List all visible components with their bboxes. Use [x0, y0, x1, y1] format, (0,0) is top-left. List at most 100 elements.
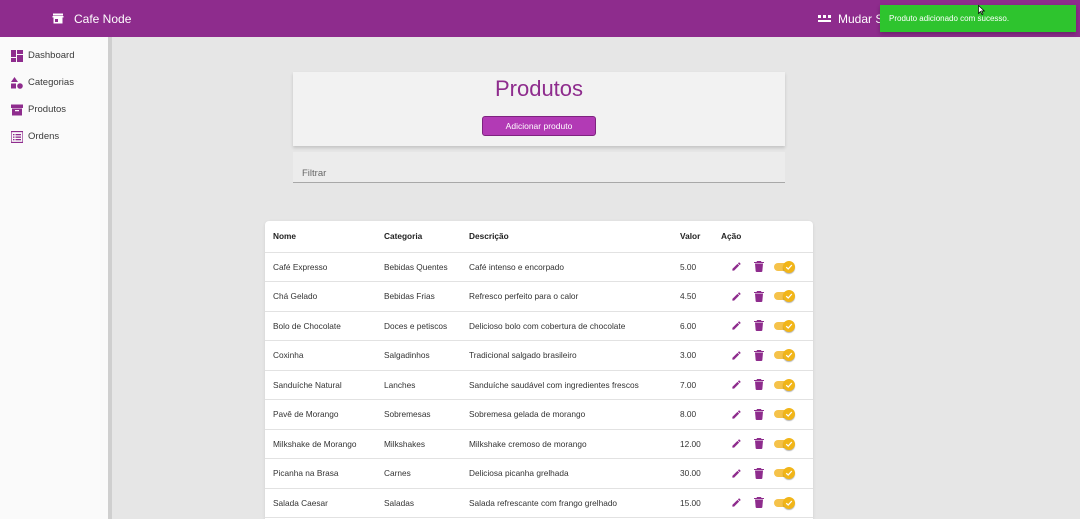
status-toggle[interactable] — [774, 260, 796, 273]
delete-icon[interactable] — [754, 349, 764, 361]
sidebar-item-categorias[interactable]: Categorias — [0, 69, 108, 96]
dots-icon — [818, 14, 831, 22]
add-product-button[interactable]: Adicionar produto — [482, 116, 596, 136]
toast-message: Produto adicionado com sucesso. — [889, 14, 1010, 23]
row-actions — [721, 319, 813, 332]
cell-nome: Picanha na Brasa — [265, 458, 376, 489]
sidebar-item-dashboard[interactable]: Dashboard — [0, 42, 108, 69]
cell-valor: 30.00 — [672, 458, 713, 489]
cell-nome: Milkshake de Morango — [265, 429, 376, 459]
cell-categoria: Salgadinhos — [376, 340, 461, 371]
edit-icon[interactable] — [731, 497, 742, 508]
row-actions — [721, 378, 813, 391]
cell-valor: 3.00 — [672, 340, 713, 371]
category-icon — [11, 76, 23, 89]
table-body: Café Expresso Bebidas Quentes Café intenso… — [265, 252, 813, 518]
brand[interactable]: Cafe Node — [52, 0, 131, 37]
table-row: Bolo de Chocolate Doces e petiscos Delicio… — [265, 311, 813, 341]
edit-icon[interactable] — [731, 379, 742, 390]
cell-acao — [713, 311, 813, 341]
cell-descricao: Deliciosa picanha grelhada — [461, 458, 672, 489]
delete-icon[interactable] — [754, 320, 764, 332]
sidebar: Dashboard Categorias Produtos Ordens — [0, 37, 112, 519]
check-icon — [783, 349, 795, 362]
edit-icon[interactable] — [731, 409, 742, 420]
edit-icon[interactable] — [731, 350, 742, 361]
status-toggle[interactable] — [774, 378, 796, 391]
column-header-descricao: Descrição — [461, 221, 672, 253]
cell-valor: 15.00 — [672, 488, 713, 518]
edit-icon[interactable] — [731, 438, 742, 449]
delete-icon[interactable] — [754, 467, 764, 479]
row-actions — [721, 349, 813, 362]
cell-acao — [713, 458, 813, 489]
delete-icon[interactable] — [754, 408, 764, 420]
table-row: Picanha na Brasa Carnes Deliciosa picanha … — [265, 458, 813, 489]
cell-valor: 5.00 — [672, 252, 713, 282]
cell-categoria: Bebidas Frias — [376, 281, 461, 312]
check-icon — [783, 260, 795, 273]
check-icon — [783, 408, 795, 421]
cell-categoria: Sobremesas — [376, 399, 461, 430]
check-icon — [783, 378, 795, 391]
delete-icon[interactable] — [754, 290, 764, 302]
sidebar-item-label: Produtos — [28, 104, 67, 115]
cell-acao — [713, 370, 813, 400]
edit-icon[interactable] — [731, 320, 742, 331]
cell-categoria: Saladas — [376, 488, 461, 518]
status-toggle[interactable] — [774, 290, 796, 303]
row-actions — [721, 437, 813, 450]
edit-icon[interactable] — [731, 468, 742, 479]
mouse-cursor-icon — [978, 5, 985, 15]
cell-categoria: Doces e petiscos — [376, 311, 461, 341]
sidebar-item-label: Categorias — [28, 77, 74, 88]
sidebar-item-ordens[interactable]: Ordens — [0, 123, 108, 150]
dashboard-icon — [11, 49, 23, 62]
filter-field[interactable] — [293, 152, 785, 183]
status-toggle[interactable] — [774, 349, 796, 362]
cell-descricao: Sobremesa gelada de morango — [461, 399, 672, 430]
sidebar-item-produtos[interactable]: Produtos — [0, 96, 108, 123]
cell-valor: 4.50 — [672, 281, 713, 312]
sidebar-item-label: Ordens — [28, 131, 60, 142]
check-icon — [783, 496, 795, 509]
table-row: Coxinha Salgadinhos Tradicional salgado br… — [265, 340, 813, 371]
status-toggle[interactable] — [774, 496, 796, 509]
table-row: Salada Caesar Saladas Salada refrescante c… — [265, 488, 813, 518]
delete-icon[interactable] — [754, 497, 764, 509]
status-toggle[interactable] — [774, 319, 796, 332]
status-toggle[interactable] — [774, 437, 796, 450]
inventory-icon — [11, 104, 23, 115]
cell-descricao: Delicioso bolo com cobertura de chocolat… — [461, 311, 672, 341]
cell-categoria: Milkshakes — [376, 429, 461, 459]
table-row: Milkshake de Morango Milkshakes Milkshake … — [265, 429, 813, 459]
cell-descricao: Café intenso e encorpado — [461, 252, 672, 282]
status-toggle[interactable] — [774, 467, 796, 480]
edit-icon[interactable] — [731, 291, 742, 302]
cell-categoria: Lanches — [376, 370, 461, 400]
status-toggle[interactable] — [774, 408, 796, 421]
column-header-acao: Ação — [713, 221, 813, 253]
edit-icon[interactable] — [731, 261, 742, 272]
cell-categoria: Bebidas Quentes — [376, 252, 461, 282]
products-header-card: Produtos Adicionar produto — [293, 72, 785, 146]
cell-valor: 7.00 — [672, 370, 713, 400]
table-row: Pavê de Morango Sobremesas Sobremesa gelad… — [265, 399, 813, 430]
delete-icon[interactable] — [754, 261, 764, 273]
cell-acao — [713, 281, 813, 312]
filter-input[interactable] — [302, 168, 772, 179]
cell-descricao: Refresco perfeito para o calor — [461, 281, 672, 312]
table-row: Chá Gelado Bebidas Frias Refresco perfeito… — [265, 281, 813, 312]
cell-nome: Bolo de Chocolate — [265, 311, 376, 341]
cell-acao — [713, 340, 813, 371]
delete-icon[interactable] — [754, 379, 764, 391]
check-icon — [783, 319, 795, 332]
column-header-valor: Valor — [672, 221, 713, 253]
table-header-row: Nome Categoria Descrição Valor Ação — [265, 221, 813, 253]
delete-icon[interactable] — [754, 438, 764, 450]
row-actions — [721, 260, 813, 273]
products-table-card: Nome Categoria Descrição Valor Ação Café… — [265, 221, 813, 519]
list-icon — [11, 130, 23, 143]
cell-nome: Café Expresso — [265, 252, 376, 282]
row-actions — [721, 290, 813, 303]
